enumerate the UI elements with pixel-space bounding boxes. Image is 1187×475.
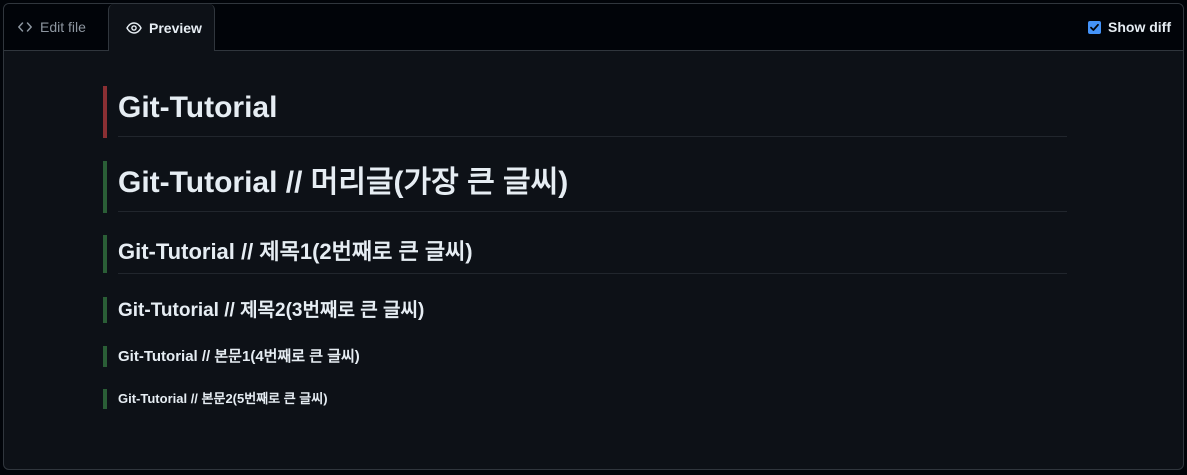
diff-block-h4: Git-Tutorial // 본문1(4번째로 큰 글씨) <box>103 346 1067 367</box>
added-marker <box>103 297 107 323</box>
editor-panel: Edit file Preview Show diff Git-Tutorial… <box>3 3 1184 470</box>
diff-block-h5: Git-Tutorial // 본문2(5번째로 큰 글씨) <box>103 389 1067 409</box>
code-icon <box>17 19 33 35</box>
tab-preview[interactable]: Preview <box>108 4 215 51</box>
heading-rule <box>118 136 1067 137</box>
heading-rule <box>118 273 1067 274</box>
added-marker <box>103 389 107 409</box>
show-diff-toggle[interactable]: Show diff <box>1088 4 1171 50</box>
checkmark-icon <box>1090 23 1099 31</box>
heading-h2: Git-Tutorial // 제목1(2번째로 큰 글씨) <box>118 239 473 264</box>
heading-h1: Git-Tutorial // 머리글(가장 큰 글씨) <box>118 166 569 199</box>
eye-icon <box>126 20 142 36</box>
diff-block-removed: Git-Tutorial <box>103 86 1067 138</box>
tab-edit-file-label: Edit file <box>40 19 86 35</box>
tab-preview-label: Preview <box>149 19 202 36</box>
show-diff-checkbox[interactable] <box>1088 20 1101 34</box>
tab-edit-file[interactable]: Edit file <box>17 4 86 50</box>
diff-block-h3: Git-Tutorial // 제목2(3번째로 큰 글씨) <box>103 297 1067 323</box>
heading-h5: Git-Tutorial // 본문2(5번째로 큰 글씨) <box>118 391 328 406</box>
heading-h3: Git-Tutorial // 제목2(3번째로 큰 글씨) <box>118 300 425 321</box>
added-marker <box>103 346 107 367</box>
heading-h4: Git-Tutorial // 본문1(4번째로 큰 글씨) <box>118 348 360 365</box>
markdown-preview: Git-Tutorial Git-Tutorial // 머리글(가장 큰 글씨… <box>4 51 1183 469</box>
heading-rule <box>118 211 1067 212</box>
removed-marker <box>103 86 107 138</box>
removed-heading: Git-Tutorial <box>118 91 278 124</box>
tab-bar: Edit file Preview Show diff <box>4 4 1183 51</box>
show-diff-label: Show diff <box>1108 19 1171 35</box>
added-marker <box>103 235 107 273</box>
diff-block-h2: Git-Tutorial // 제목1(2번째로 큰 글씨) <box>103 235 1067 275</box>
diff-block-h1: Git-Tutorial // 머리글(가장 큰 글씨) <box>103 161 1067 213</box>
added-marker <box>103 161 107 213</box>
